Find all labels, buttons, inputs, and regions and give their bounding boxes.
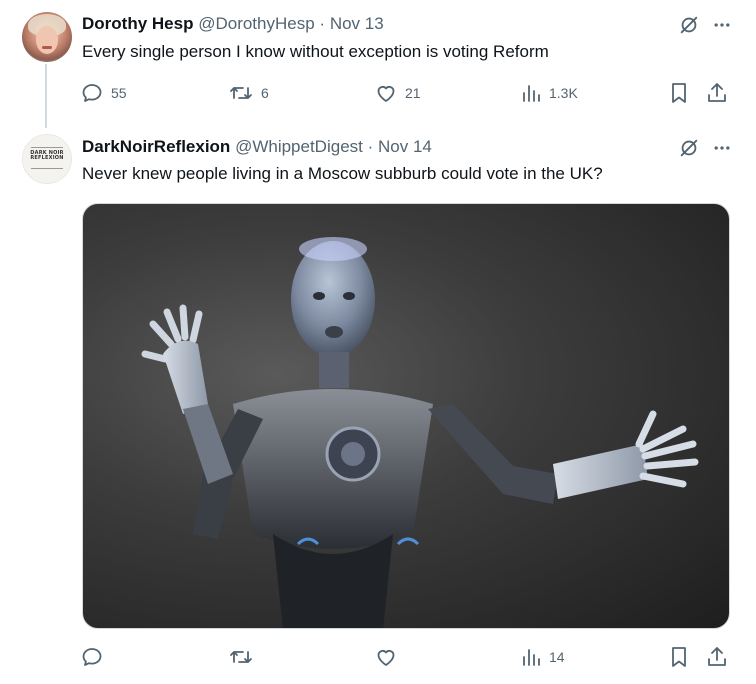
display-name[interactable]: DarkNoirReflexion [82,137,230,156]
bookmark-button[interactable] [668,80,690,106]
tweet-header: DarkNoirReflexion @WhippetDigest · Nov 1… [82,136,432,158]
tweet-dorothy-hesp[interactable]: Dorothy Hesp @DorothyHesp · Nov 13 Every… [0,0,756,128]
like-icon [374,645,398,669]
avatar-logo-rule [31,168,63,169]
like-count: 21 [405,85,421,101]
grok-icon[interactable] [678,14,700,36]
bookmark-button[interactable] [668,644,690,670]
reply-count: 55 [111,85,127,101]
tweet-media-image[interactable] [82,203,730,629]
like-button[interactable]: 21 [374,80,421,106]
bookmark-icon [668,81,690,105]
grok-icon[interactable] [678,137,700,159]
retweet-count: 6 [261,85,269,101]
more-icon[interactable] [712,138,732,158]
views-count: 1.3K [549,85,578,101]
like-icon [374,81,398,105]
more-icon[interactable] [712,15,732,35]
views-button[interactable]: 14 [520,644,565,670]
tweet-text: Every single person I know without excep… [82,42,549,61]
share-icon [706,645,728,669]
views-button[interactable]: 1.3K [520,80,578,106]
share-icon [706,81,728,105]
reply-icon [80,645,104,669]
avatar-logo-text: DARK NOIR REFLEXION [30,150,64,161]
tweet-header: Dorothy Hesp @DorothyHesp · Nov 13 [82,13,384,35]
retweet-icon [228,81,254,105]
retweet-button[interactable] [228,644,261,670]
tweet-top-actions [678,14,732,36]
tweet-date[interactable]: Nov 14 [378,137,432,156]
views-icon [520,81,542,105]
tweet-text: Never knew people living in a Moscow sub… [82,164,603,183]
tweet-date[interactable]: Nov 13 [330,14,384,33]
views-icon [520,645,542,669]
user-handle[interactable]: @DorothyHesp [198,14,314,33]
like-button[interactable] [374,644,405,670]
avatar-face [36,26,58,54]
share-button[interactable] [706,80,728,106]
retweet-icon [228,645,254,669]
humanoid-robot-photo-icon [141,237,699,628]
share-button[interactable] [706,644,728,670]
separator-dot: · [367,137,374,156]
retweet-button[interactable]: 6 [228,80,269,106]
avatar[interactable]: DARK NOIR REFLEXION [22,134,72,184]
reply-icon [80,81,104,105]
thread-connector-line [45,64,47,128]
reply-button[interactable] [80,644,111,670]
avatar-logo-rule [31,147,63,148]
tweet-top-actions [678,137,732,159]
display-name[interactable]: Dorothy Hesp [82,14,193,33]
reply-button[interactable]: 55 [80,80,127,106]
user-handle[interactable]: @WhippetDigest [235,137,363,156]
bookmark-icon [668,645,690,669]
avatar[interactable] [22,12,72,62]
tweet-action-bar: 55 6 21 1.3K [80,80,730,106]
avatar-mouth [42,46,52,49]
tweet-action-bar: 14 [80,644,730,670]
separator-dot: · [319,14,326,33]
tweet-darknoirreflexion[interactable]: DARK NOIR REFLEXION DarkNoirReflexion @W… [0,124,756,684]
views-count: 14 [549,649,565,665]
